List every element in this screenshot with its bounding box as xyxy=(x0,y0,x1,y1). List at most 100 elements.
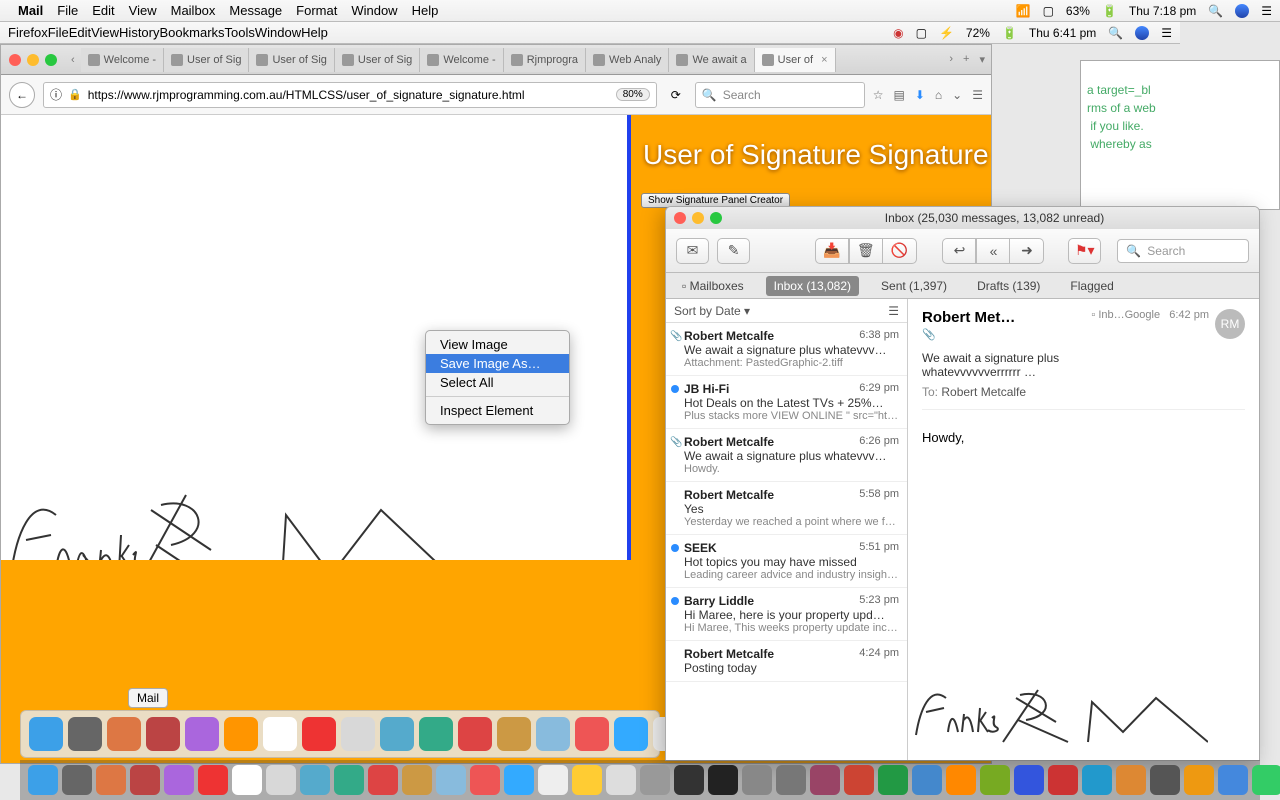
dock-app-icon[interactable] xyxy=(263,717,297,751)
airplay-icon[interactable]: ▢ xyxy=(1043,4,1054,18)
mailboxes-tab[interactable]: ▫ Mailboxes xyxy=(674,276,752,296)
message-row[interactable]: Barry Liddle5:23 pmHi Maree, here is you… xyxy=(666,588,907,641)
spotlight-icon[interactable]: 🔍 xyxy=(1108,26,1123,40)
forward-button[interactable]: ➜ xyxy=(1010,238,1044,264)
browser-tab[interactable]: Welcome - xyxy=(420,48,503,72)
dock-app-icon[interactable] xyxy=(402,765,432,795)
clock[interactable]: Thu 6:41 pm xyxy=(1029,26,1096,40)
reader-icon[interactable]: ▤ xyxy=(894,88,905,102)
browser-tab[interactable]: We await a xyxy=(669,48,754,72)
dock-app-icon[interactable] xyxy=(1218,765,1248,795)
dock-app-icon[interactable] xyxy=(606,765,636,795)
dock-app-icon[interactable] xyxy=(912,765,942,795)
back-button[interactable]: ← xyxy=(9,82,35,108)
menu-view[interactable]: View xyxy=(129,3,157,18)
dock-app-icon[interactable] xyxy=(62,765,92,795)
menu-view[interactable]: View xyxy=(91,25,119,40)
dock-app-icon[interactable] xyxy=(1048,765,1078,795)
dock-app-icon[interactable] xyxy=(302,717,336,751)
dock-app-icon[interactable] xyxy=(224,717,258,751)
menu-edit[interactable]: Edit xyxy=(69,25,91,40)
dock-app-icon[interactable] xyxy=(470,765,500,795)
dock-app-icon[interactable] xyxy=(946,765,976,795)
menu-message[interactable]: Message xyxy=(229,3,282,18)
dock-app-icon[interactable] xyxy=(776,765,806,795)
menu-window[interactable]: Window xyxy=(351,3,397,18)
delete-button[interactable]: 🗑 xyxy=(849,238,883,264)
app-name-mail[interactable]: Mail xyxy=(18,3,43,18)
get-mail-button[interactable]: ✉ xyxy=(676,238,709,264)
pocket-icon[interactable]: ⌄ xyxy=(952,88,962,102)
junk-button[interactable]: 🚫 xyxy=(883,238,917,264)
dock-app-icon[interactable] xyxy=(1116,765,1146,795)
dock-app-icon[interactable] xyxy=(266,765,296,795)
browser-tab[interactable]: User of Sig xyxy=(164,48,249,72)
dock-app-icon[interactable] xyxy=(130,765,160,795)
menu-format[interactable]: Format xyxy=(296,3,337,18)
dock-app-icon[interactable] xyxy=(708,765,738,795)
menu-file[interactable]: File xyxy=(48,25,69,40)
airplay-icon[interactable]: ▢ xyxy=(916,26,927,40)
mail-search[interactable]: 🔍 Search xyxy=(1117,239,1249,263)
inbox-tab[interactable]: Inbox (13,082) xyxy=(766,276,859,296)
browser-tab[interactable]: Rjmprogra xyxy=(504,48,586,72)
tab-list-icon[interactable]: ▾ xyxy=(979,53,985,66)
message-row[interactable]: Robert Metcalfe5:58 pmYesYesterday we re… xyxy=(666,482,907,535)
flag-button[interactable]: ⚑▾ xyxy=(1068,238,1101,264)
dock-app-icon[interactable] xyxy=(504,765,534,795)
zoom-window-button[interactable] xyxy=(710,212,722,224)
message-row[interactable]: SEEK5:51 pmHot topics you may have misse… xyxy=(666,535,907,588)
ctx-inspect-element[interactable]: Inspect Element xyxy=(426,401,569,420)
dock-app-icon[interactable] xyxy=(742,765,772,795)
dock-app-icon[interactable] xyxy=(810,765,840,795)
notification-center-icon[interactable]: ☰ xyxy=(1161,26,1172,40)
siri-icon[interactable] xyxy=(1135,26,1149,40)
close-window-button[interactable] xyxy=(9,54,21,66)
menu-help[interactable]: Help xyxy=(412,3,439,18)
dock-app-icon[interactable] xyxy=(198,765,228,795)
ctx-view-image[interactable]: View Image xyxy=(426,335,569,354)
dock-app-icon[interactable] xyxy=(674,765,704,795)
dock-app-icon[interactable] xyxy=(380,717,414,751)
dock-app-icon[interactable] xyxy=(300,765,330,795)
browser-tab[interactable]: User of× xyxy=(755,48,836,72)
dock-app-icon[interactable] xyxy=(341,717,375,751)
dock-app-icon[interactable] xyxy=(1150,765,1180,795)
clock[interactable]: Thu 7:18 pm xyxy=(1129,4,1196,18)
minimize-window-button[interactable] xyxy=(692,212,704,224)
dock-app-icon[interactable] xyxy=(1082,765,1112,795)
address-bar[interactable]: ⓘ 🔒 https://www.rjmprogramming.com.au/HT… xyxy=(43,82,657,108)
ctx-save-image-as[interactable]: Save Image As… xyxy=(426,354,569,373)
dock-app-icon[interactable] xyxy=(185,717,219,751)
reply-all-button[interactable]: « xyxy=(976,238,1010,264)
dock-app-icon[interactable] xyxy=(575,717,609,751)
browser-tab[interactable]: User of Sig xyxy=(249,48,334,72)
dock-app-icon[interactable] xyxy=(844,765,874,795)
close-window-button[interactable] xyxy=(674,212,686,224)
app-name-firefox[interactable]: Firefox xyxy=(8,25,48,40)
dock-app-icon[interactable] xyxy=(29,717,63,751)
dock-app-icon[interactable] xyxy=(497,717,531,751)
filter-icon[interactable]: ☰ xyxy=(888,304,899,318)
dock-app-icon[interactable] xyxy=(436,765,466,795)
dock-app-icon[interactable] xyxy=(28,765,58,795)
browser-tab[interactable]: Web Analy xyxy=(586,48,669,72)
notification-center-icon[interactable]: ☰ xyxy=(1261,4,1272,18)
reply-button[interactable]: ↩ xyxy=(942,238,976,264)
dock-app-icon[interactable] xyxy=(1252,765,1280,795)
dock-app-icon[interactable] xyxy=(368,765,398,795)
menu-tools[interactable]: Tools xyxy=(225,25,255,40)
dock-app-icon[interactable] xyxy=(419,717,453,751)
compose-button[interactable]: ✎ xyxy=(717,238,750,264)
dock-app-icon[interactable] xyxy=(96,765,126,795)
search-box[interactable]: 🔍 Search xyxy=(695,82,865,108)
dock-app-icon[interactable] xyxy=(536,717,570,751)
menu-mailbox[interactable]: Mailbox xyxy=(171,3,216,18)
reload-button[interactable]: ⟳ xyxy=(665,88,687,102)
dock-app-icon[interactable] xyxy=(107,717,141,751)
menu-help[interactable]: Help xyxy=(301,25,328,40)
sent-tab[interactable]: Sent (1,397) xyxy=(873,276,955,296)
hamburger-menu-icon[interactable]: ☰ xyxy=(972,88,983,102)
browser-tab[interactable]: User of Sig xyxy=(335,48,420,72)
browser-tab[interactable]: Welcome - xyxy=(81,48,164,72)
